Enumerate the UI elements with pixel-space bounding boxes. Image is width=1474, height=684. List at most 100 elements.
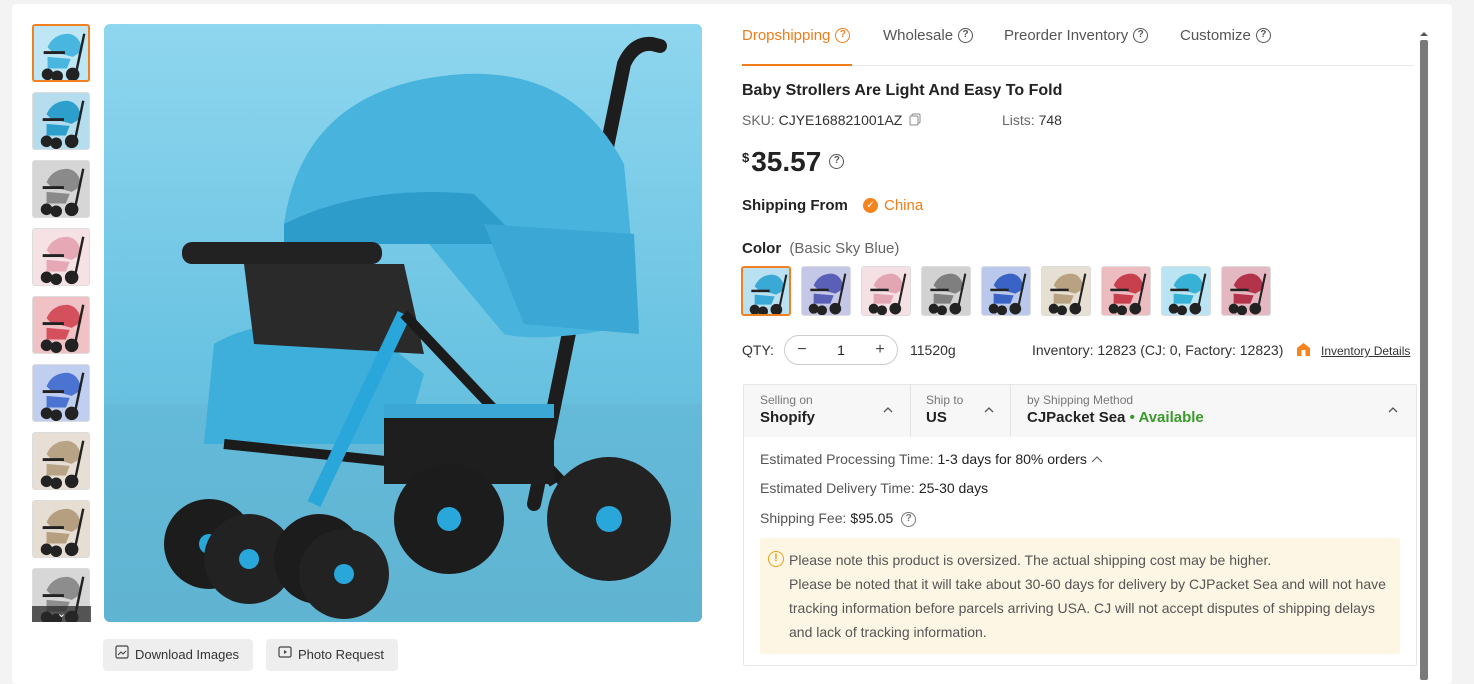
color-swatch[interactable] <box>1041 266 1091 316</box>
decrement-button[interactable]: − <box>795 341 809 359</box>
ship-to-value: US <box>926 409 947 426</box>
chevron-down-icon: ⌄ <box>56 608 67 620</box>
inventory-details-link[interactable]: Inventory Details <box>1321 344 1410 358</box>
shipping-from-location: China <box>884 197 924 214</box>
notice-line-2: Please be noted that it will take about … <box>789 576 1386 640</box>
thumbnail-item[interactable] <box>32 296 90 354</box>
inventory-breakdown: (CJ: 0, Factory: 12823) <box>1140 342 1284 358</box>
help-icon[interactable]: ? <box>829 154 845 169</box>
color-label: Color <box>742 240 782 257</box>
delivery-time-label: Estimated Delivery Time: <box>760 480 915 496</box>
tab-preorder-inventory[interactable]: Preorder Inventory ? <box>1004 27 1149 44</box>
help-icon[interactable]: ? <box>835 28 851 43</box>
thumbnail-item[interactable] <box>32 160 90 218</box>
stroller-illustration <box>104 36 702 622</box>
tab-customize[interactable]: Customize ? <box>1180 27 1271 44</box>
shipping-method-value: CJPacket Sea <box>1027 409 1126 426</box>
inventory-count: Inventory: 12823 <box>1032 342 1137 358</box>
main-product-image[interactable] <box>104 24 702 622</box>
selling-on-selector[interactable]: Selling on Shopify <box>760 393 815 426</box>
notice-line-1: Please note this product is oversized. T… <box>789 552 1272 568</box>
ship-to-label: Ship to <box>926 393 964 407</box>
tab-label: Wholesale <box>883 27 954 44</box>
color-swatch[interactable] <box>1161 266 1211 316</box>
thumbnail-item[interactable] <box>32 24 90 82</box>
lists-count: Lists: 748 <box>1002 112 1062 128</box>
color-swatch[interactable] <box>741 266 791 316</box>
help-icon[interactable]: ? <box>958 28 974 43</box>
ship-to-selector[interactable]: Ship to US <box>926 393 963 426</box>
lists-label: Lists: <box>1002 112 1035 128</box>
download-images-button[interactable]: Download Images <box>103 639 254 671</box>
sku-label: SKU: <box>742 112 775 128</box>
help-icon[interactable]: ? <box>901 511 917 527</box>
tab-dropshipping[interactable]: Dropshipping ? <box>742 27 851 44</box>
photo-request-button[interactable]: Photo Request <box>266 639 399 671</box>
active-tab-indicator <box>742 64 852 66</box>
shipping-selectors: Selling on Shopify Ship to US by Shippin… <box>744 385 1416 437</box>
shipping-from-option[interactable]: ✓ China <box>863 197 923 214</box>
chevron-up-icon[interactable] <box>883 405 893 415</box>
processing-time-row: Estimated Processing Time: 1-3 days for 8… <box>760 451 1103 467</box>
currency-symbol: $ <box>742 150 750 165</box>
shipping-fee-row: Shipping Fee: $95.05 ? <box>760 510 917 527</box>
thumbnail-strip[interactable] <box>32 24 91 622</box>
color-swatch[interactable] <box>1101 266 1151 316</box>
divider <box>910 385 911 437</box>
sku-row: SKU: CJYE168821001AZ <box>742 112 921 129</box>
lists-value: 748 <box>1038 112 1062 128</box>
purchase-tabs: Dropshipping ? Wholesale ? Preorder Inve… <box>742 24 1414 66</box>
increment-button[interactable]: + <box>873 341 887 359</box>
thumbnail-item[interactable] <box>32 432 90 490</box>
thumbnail-scroll-down[interactable]: ⌄ <box>32 606 91 622</box>
chevron-up-icon[interactable] <box>1388 405 1398 415</box>
color-selected: (Basic Sky Blue) <box>789 240 900 257</box>
photo-request-label: Photo Request <box>298 647 385 662</box>
color-swatch[interactable] <box>1221 266 1271 316</box>
tab-wholesale[interactable]: Wholesale ? <box>883 27 974 44</box>
delivery-time-row: Estimated Delivery Time: 25-30 days <box>760 480 988 496</box>
shipping-method-row: CJPacket Sea • Available <box>1027 409 1204 426</box>
divider <box>1010 385 1011 437</box>
delivery-time-value: 25-30 days <box>918 480 989 496</box>
quantity-stepper[interactable]: − 1 + <box>784 335 898 365</box>
color-swatch[interactable] <box>801 266 851 316</box>
thumbnail-item[interactable] <box>32 228 90 286</box>
copy-icon[interactable] <box>909 113 921 129</box>
thumbnail-item[interactable] <box>32 364 90 422</box>
warning-icon: ! <box>768 551 784 567</box>
warehouse-icon <box>1296 342 1311 357</box>
help-icon[interactable]: ? <box>1255 28 1271 43</box>
quantity-label: QTY: <box>742 342 774 358</box>
price-value: 35.57 <box>751 146 822 177</box>
scroll-up-arrow[interactable] <box>1419 29 1429 39</box>
inventory-summary: Inventory: 12823 (CJ: 0, Factory: 12823) <box>1032 342 1283 358</box>
color-swatch[interactable] <box>921 266 971 316</box>
shipping-method-label: by Shipping Method <box>1027 393 1134 407</box>
shipping-fee-label: Shipping Fee: <box>760 510 847 526</box>
color-swatch[interactable] <box>981 266 1031 316</box>
help-icon[interactable]: ? <box>1133 28 1149 43</box>
check-icon: ✓ <box>863 198 878 213</box>
chevron-up-icon[interactable] <box>984 405 994 415</box>
product-weight: 11520g <box>910 342 956 358</box>
product-title: Baby Strollers Are Light And Easy To Fol… <box>742 82 1063 99</box>
tab-label: Customize <box>1180 27 1251 44</box>
color-swatch[interactable] <box>861 266 911 316</box>
image-icon <box>115 639 129 671</box>
quantity-value[interactable]: 1 <box>837 342 845 358</box>
availability-status: • Available <box>1129 409 1204 426</box>
price: $ 35.57 ? <box>742 146 845 178</box>
thumbnail-item[interactable] <box>32 92 90 150</box>
tab-label: Preorder Inventory <box>1004 27 1129 44</box>
tab-label: Dropshipping <box>742 27 831 44</box>
chevron-up-icon[interactable] <box>1091 455 1103 465</box>
selling-on-value: Shopify <box>760 409 815 426</box>
download-images-label: Download Images <box>135 647 240 662</box>
shipping-method-selector[interactable]: by Shipping Method CJPacket Sea • Availa… <box>1027 393 1204 426</box>
thumbnail-item[interactable] <box>32 500 90 558</box>
processing-time-value: 1-3 days for 80% orders <box>937 451 1087 467</box>
oversize-notice: ! Please note this product is oversized.… <box>760 538 1400 654</box>
scrollbar-thumb[interactable] <box>1420 40 1428 680</box>
shipping-panel: Selling on Shopify Ship to US by Shippin… <box>743 384 1417 666</box>
